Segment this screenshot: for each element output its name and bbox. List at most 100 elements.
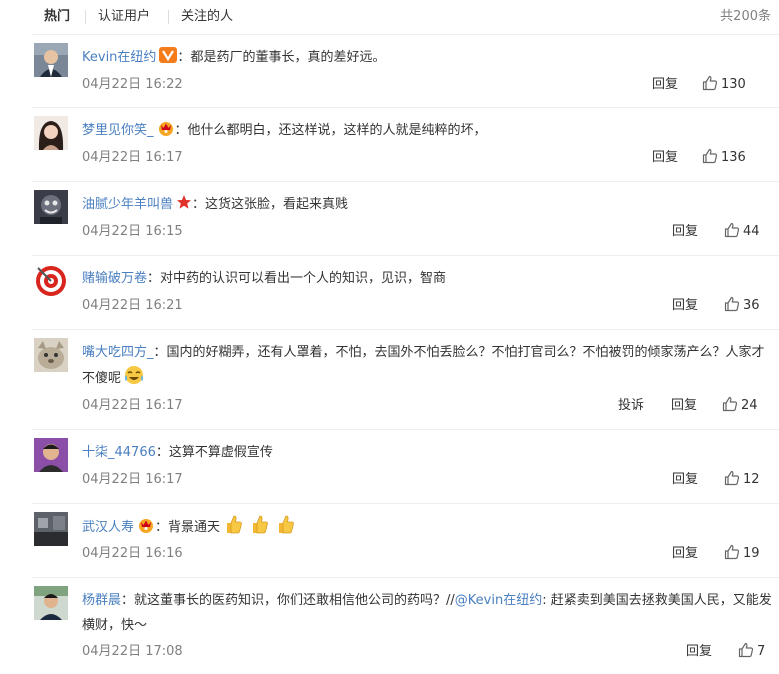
laugh-cry-emoji-icon	[123, 365, 145, 394]
reply-button[interactable]: 回复	[672, 222, 698, 242]
like-button[interactable]: 44	[724, 222, 760, 242]
thumbs-up-icon	[738, 642, 754, 658]
tab-verified-users[interactable]: 认证用户	[98, 8, 150, 26]
like-button[interactable]: 130	[702, 75, 746, 95]
reply-button[interactable]: 回复	[652, 75, 678, 95]
list-item: Kevin在纽约 ：都是药厂的董事长，真的差好远。 04月22日 16:22 回复…	[32, 34, 779, 107]
comment-date: 04月22日 16:17	[82, 472, 183, 487]
comment-colon: ：	[174, 123, 188, 138]
like-button[interactable]: 19	[724, 544, 760, 564]
comment-text: 都是药厂的董事长，真的差好远。	[190, 50, 386, 65]
avatar[interactable]	[34, 338, 68, 372]
comment-colon: ：	[155, 520, 169, 535]
list-item: 嘴大吃四方_：国内的好糊弄，还有人罩着，不怕，去国外不怕丢脸么？不怕打官司么？不…	[32, 329, 779, 429]
star-badge-icon	[176, 194, 192, 219]
avatar[interactable]	[34, 586, 68, 620]
comment-username[interactable]: 杨群晨	[82, 593, 121, 608]
reply-button[interactable]: 回复	[652, 148, 678, 168]
avatar[interactable]	[34, 512, 68, 546]
comment-username[interactable]: 嘴大吃四方_	[82, 345, 154, 360]
avatar[interactable]	[34, 190, 68, 224]
crown-icon	[137, 517, 155, 542]
comment-meta: 04月22日 17:08 回复 7	[82, 642, 772, 662]
comment-meta: 04月22日 16:15 回复 44	[82, 222, 772, 242]
like-count: 7	[757, 644, 766, 659]
comment-text: 就这董事长的医药知识，你们还敢相信他公司的药吗？//	[134, 593, 455, 608]
comment-meta: 04月22日 16:17 回复 12	[82, 470, 772, 490]
comment-username[interactable]: 梦里见你笑_	[82, 123, 154, 138]
thumbs-up-emoji-icon	[253, 515, 268, 534]
comment-body: Kevin在纽约 ：都是药厂的董事长，真的差好远。	[82, 45, 772, 72]
like-count: 44	[743, 224, 760, 239]
avatar[interactable]	[34, 43, 68, 77]
like-count: 36	[743, 298, 760, 313]
list-item: 杨群晨：就这董事长的医药知识，你们还敢相信他公司的药吗？//@Kevin在纽约:…	[32, 577, 779, 666]
comment-colon: ：	[155, 445, 169, 460]
reply-button[interactable]: 回复	[672, 296, 698, 316]
comment-meta: 04月22日 16:22 回复 130	[82, 75, 772, 95]
comment-body: 油腻少年羊叫兽 ：这货这张脸，看起来真贱	[82, 192, 772, 219]
comment-text: 这算不算虚假宣传	[168, 445, 273, 460]
crown-icon	[157, 120, 175, 145]
like-button[interactable]: 24	[722, 396, 758, 416]
comment-body: 赌输破万卷：对中药的认识可以看出一个人的知识，见识，智商	[82, 266, 772, 291]
thumbs-up-icon	[722, 396, 738, 412]
avatar[interactable]	[34, 116, 68, 150]
reply-button[interactable]: 回复	[686, 642, 712, 662]
comment-colon: ：	[121, 593, 135, 608]
comment-meta: 04月22日 16:21 回复 36	[82, 296, 772, 316]
like-button[interactable]: 7	[738, 642, 765, 662]
comment-body: 嘴大吃四方_：国内的好糊弄，还有人罩着，不怕，去国外不怕丢脸么？不怕打官司么？不…	[82, 340, 772, 394]
comment-text: 背景通天	[168, 520, 221, 535]
like-button[interactable]: 136	[702, 148, 746, 168]
comment-username[interactable]: 赌输破万卷	[82, 271, 147, 286]
tab-following[interactable]: 关注的人	[181, 8, 233, 26]
thumbs-up-emoji-group	[224, 514, 302, 543]
comment-filter-tabs: 热门 认证用户 关注的人 共200条	[0, 0, 779, 34]
comment-text: 国内的好糊弄，还有人罩着，不怕，去国外不怕丢脸么？不怕打官司么？不怕被罚的倾家荡…	[82, 345, 765, 386]
thumbs-up-emoji-icon	[227, 515, 242, 534]
avatar[interactable]	[34, 438, 68, 472]
tab-divider	[85, 10, 86, 24]
thumbs-up-icon	[724, 544, 740, 560]
thumbs-up-icon	[724, 296, 740, 312]
like-count: 136	[721, 150, 746, 165]
comment-date: 04月22日 16:17	[82, 150, 183, 165]
verified-v-icon	[159, 47, 178, 72]
tab-hot[interactable]: 热门	[44, 8, 70, 26]
list-item: 油腻少年羊叫兽 ：这货这张脸，看起来真贱 04月22日 16:15 回复 44	[32, 181, 779, 255]
like-count: 12	[743, 472, 760, 487]
reply-button[interactable]: 回复	[672, 470, 698, 490]
comment-username[interactable]: 油腻少年羊叫兽	[82, 197, 173, 212]
thumbs-up-icon	[724, 222, 740, 238]
thumbs-up-icon	[702, 75, 718, 91]
like-button[interactable]: 12	[724, 470, 760, 490]
report-button[interactable]: 投诉	[618, 396, 644, 416]
reply-button[interactable]: 回复	[672, 544, 698, 564]
comment-text: 对中药的认识可以看出一个人的知识，见识，智商	[160, 271, 447, 286]
comment-colon: ：	[153, 345, 167, 360]
comment-date: 04月22日 16:16	[82, 546, 183, 561]
comment-meta: 04月22日 16:17 回复 136	[82, 148, 772, 168]
comment-username[interactable]: Kevin在纽约	[82, 50, 156, 65]
comment-list: Kevin在纽约 ：都是药厂的董事长，真的差好远。 04月22日 16:22 回复…	[32, 34, 779, 666]
list-item: 武汉人寿 ：背景通天 04月22日 16:16 回复 19	[32, 503, 779, 577]
like-count: 24	[741, 398, 758, 413]
like-count: 130	[721, 77, 746, 92]
comment-total-count: 共200条	[720, 9, 771, 24]
comment-body: 梦里见你笑_ ：他什么都明白，还这样说，这样的人就是纯粹的坏，	[82, 118, 772, 145]
mention-link[interactable]: @Kevin在纽约	[455, 593, 542, 608]
comment-username[interactable]: 十柒_44766	[82, 445, 156, 460]
comment-date: 04月22日 16:15	[82, 224, 183, 239]
list-item: 十柒_44766：这算不算虚假宣传 04月22日 16:17 回复 12	[32, 429, 779, 503]
comment-colon: ：	[147, 271, 161, 286]
comment-body: 杨群晨：就这董事长的医药知识，你们还敢相信他公司的药吗？//@Kevin在纽约:…	[82, 588, 772, 638]
like-button[interactable]: 36	[724, 296, 760, 316]
comment-username[interactable]: 武汉人寿	[82, 520, 134, 535]
reply-button[interactable]: 回复	[671, 396, 697, 416]
thumbs-up-icon	[702, 148, 718, 164]
list-item: 赌输破万卷：对中药的认识可以看出一个人的知识，见识，智商 04月22日 16:2…	[32, 255, 779, 329]
comment-date: 04月22日 17:08	[82, 644, 183, 659]
comment-text: 这货这张脸，看起来真贱	[205, 197, 349, 212]
avatar[interactable]	[34, 264, 68, 298]
